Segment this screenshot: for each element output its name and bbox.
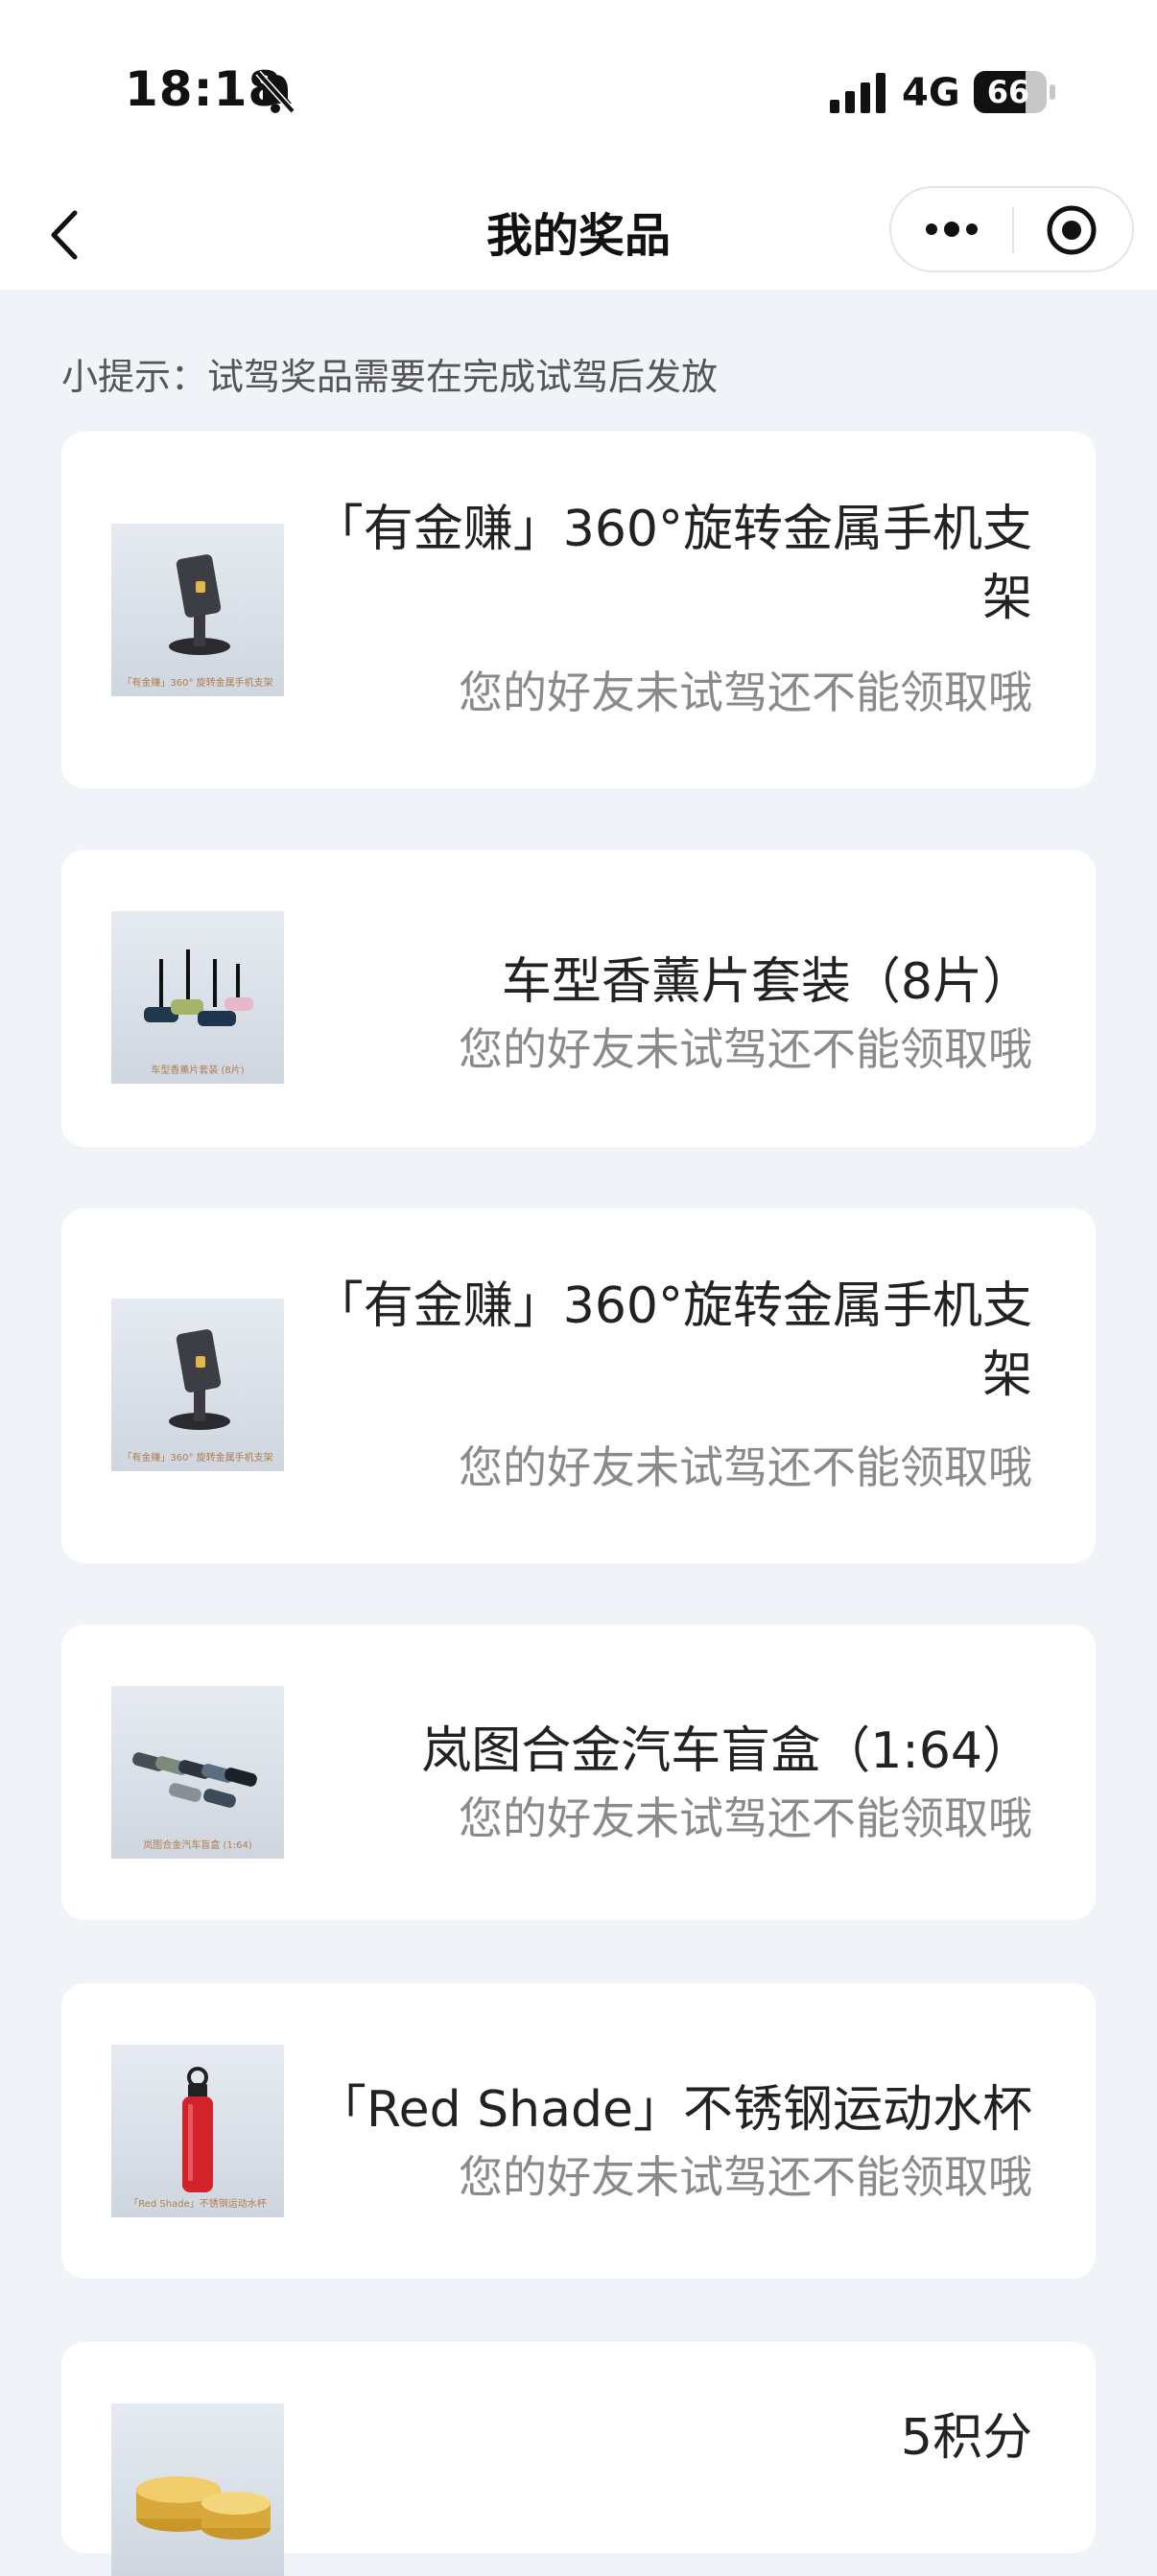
prize-status: 您的好友未试驾还不能领取哦	[459, 667, 1032, 718]
model-cars-image: 岚图合金汽车盲盒 (1:64)	[111, 1686, 284, 1859]
prize-name: 「有金赚」360°旋转金属手机支 架	[313, 1277, 1032, 1404]
image-caption: 「有金赚」360° 旋转金属手机支架	[122, 1453, 273, 1464]
image-caption: 「Red Shade」不锈钢运动水杯	[129, 2199, 267, 2210]
image-caption: 「有金赚」360° 旋转金属手机支架	[122, 678, 273, 689]
prize-name: 岚图合金汽车盲盒（1:64）	[421, 1722, 1032, 1780]
car-aroma-set-image: 车型香薰片套装 (8片)	[111, 911, 284, 1084]
prize-card[interactable]: 岚图合金汽车盲盒 (1:64) 岚图合金汽车盲盒（1:64） 您的好友未试驾还不…	[61, 1625, 1096, 1920]
prize-card[interactable]: 「Red Shade」不锈钢运动水杯 「Red Shade」不锈钢运动水杯 您的…	[61, 1983, 1096, 2279]
status-bar: 18:18 4G 66	[0, 0, 1157, 182]
prize-status: 您的好友未试驾还不能领取哦	[459, 1792, 1032, 1844]
phone-stand-image: 「有金赚」360° 旋转金属手机支架	[111, 1299, 284, 1471]
prize-name: 车型香薰片套装（8片）	[501, 953, 1032, 1011]
phone-stand-image: 「有金赚」360° 旋转金属手机支架	[111, 524, 284, 696]
image-caption: 岚图合金汽车盲盒 (1:64)	[143, 1840, 252, 1851]
prize-card[interactable]: 「有金赚」360° 旋转金属手机支架 「有金赚」360°旋转金属手机支 架 您的…	[61, 1208, 1096, 1563]
tip-text: 小提示：试驾奖品需要在完成试驾后发放	[61, 356, 719, 398]
more-dots-icon[interactable]	[920, 207, 983, 251]
mini-program-capsule	[889, 186, 1134, 272]
prize-status: 您的好友未试驾还不能领取哦	[459, 2151, 1032, 2203]
image-caption: 车型香薰片套装 (8片)	[151, 1066, 245, 1076]
capsule-divider	[1012, 207, 1014, 253]
prize-card[interactable]: 5积分	[61, 2342, 1096, 2576]
prize-name: 「有金赚」360°旋转金属手机支 架	[313, 501, 1032, 627]
close-target-icon[interactable]	[1045, 203, 1098, 257]
prize-status: 您的好友未试驾还不能领取哦	[459, 1441, 1032, 1493]
signal-icon	[830, 73, 885, 113]
water-bottle-image: 「Red Shade」不锈钢运动水杯	[111, 2045, 284, 2217]
prize-name: 「Red Shade」不锈钢运动水杯	[316, 2081, 1032, 2139]
prize-card[interactable]: 「有金赚」360° 旋转金属手机支架 「有金赚」360°旋转金属手机支 架 您的…	[61, 432, 1096, 788]
network-type: 4G	[902, 71, 960, 115]
prize-card[interactable]: 车型香薰片套装 (8片) 车型香薰片套装（8片） 您的好友未试驾还不能领取哦	[61, 850, 1096, 1147]
prize-name: 5积分	[900, 2409, 1032, 2467]
bell-muted-icon	[255, 70, 295, 114]
battery-level: 66	[986, 74, 1030, 110]
prize-status: 您的好友未试驾还不能领取哦	[459, 1023, 1032, 1075]
nav-bar: 我的奖品	[0, 182, 1157, 290]
gold-coins-image	[111, 2403, 284, 2576]
